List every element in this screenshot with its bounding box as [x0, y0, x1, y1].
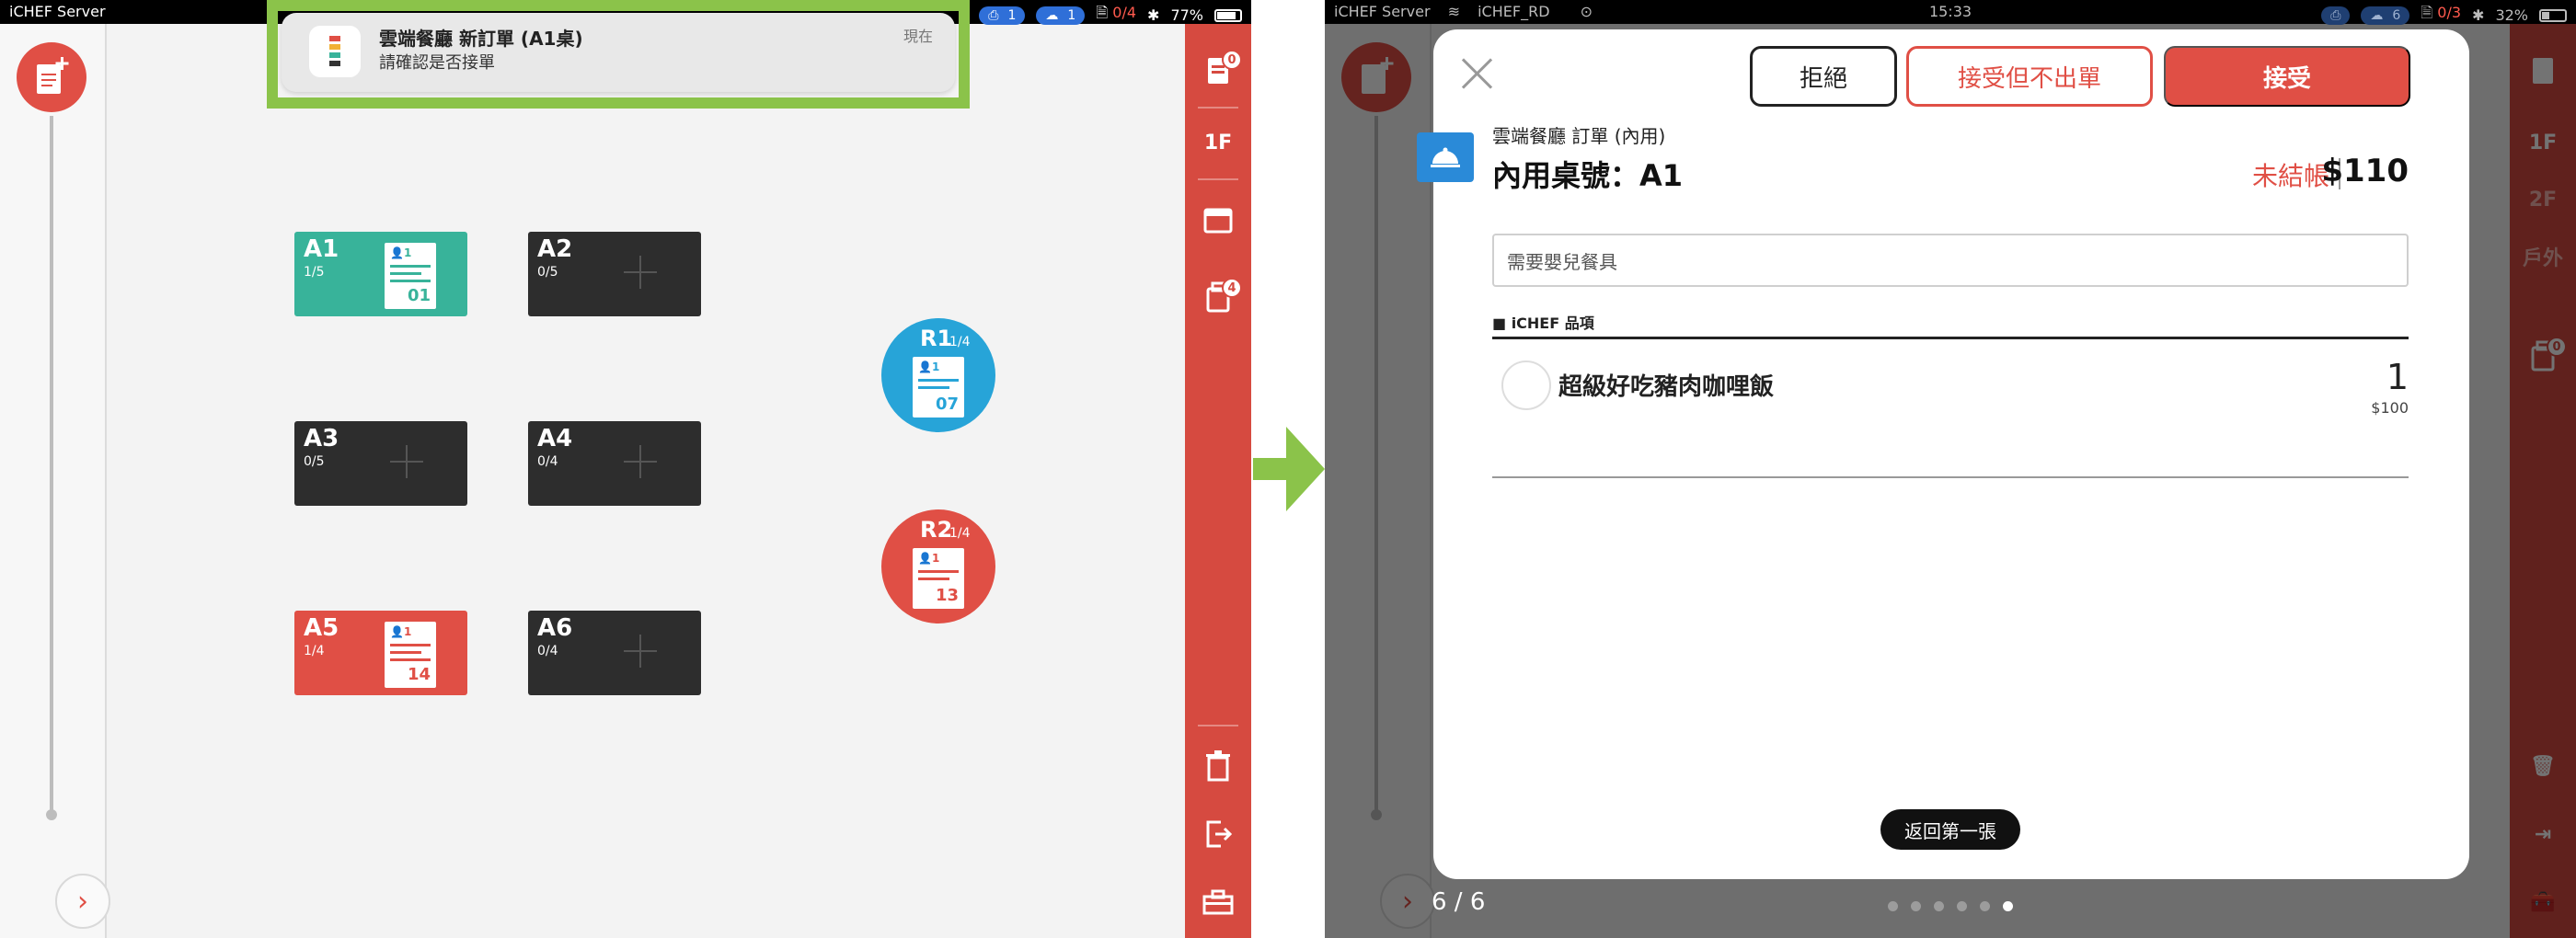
- divider: [1492, 337, 2409, 339]
- accept-button[interactable]: 接受: [2164, 46, 2410, 107]
- plus-icon: [390, 445, 423, 478]
- table-a4[interactable]: A4 0/4: [528, 421, 701, 506]
- cloche-icon: [1431, 147, 1460, 167]
- plus-icon: [624, 445, 657, 478]
- logout-button[interactable]: [1185, 802, 1251, 866]
- page-dot[interactable]: [2003, 901, 2013, 911]
- battery-percent: 32%: [2495, 6, 2528, 24]
- order-source: 雲端餐廳 訂單 (內用): [1492, 125, 1666, 147]
- table-r2[interactable]: R2 1/4 👤1 13: [881, 509, 995, 623]
- cloud-icon: ☁: [1045, 7, 1059, 23]
- payment-status: 未結帳: [2251, 161, 2329, 191]
- section-label: ■ iCHEF 品項: [1492, 315, 1594, 332]
- page-dot[interactable]: [1957, 901, 1967, 911]
- new-order-icon: [37, 57, 69, 94]
- order-ticket-icon: 👤1 13: [913, 548, 964, 609]
- close-icon[interactable]: [1459, 55, 1496, 92]
- item-name: 超級好吃豬肉咖哩飯: [1558, 373, 1775, 401]
- clock: 15:33: [1928, 3, 1972, 20]
- order-note-field[interactable]: [1492, 234, 2409, 287]
- back-to-first-button[interactable]: 返回第一張: [1880, 809, 2020, 850]
- page-dots: [1888, 901, 2013, 911]
- bluetooth-icon: ✱: [1147, 6, 1160, 24]
- transition-arrow-icon: [1253, 427, 1325, 511]
- order-ticket-icon: 👤1 01: [385, 243, 436, 309]
- page-dot[interactable]: [1934, 901, 1944, 911]
- order-total: $110: [2321, 153, 2409, 189]
- reject-button[interactable]: 拒絕: [1750, 46, 1897, 107]
- receipt-icon: 🗎: [1096, 4, 1109, 21]
- left-screenshot: iCHEF Server ⎙ 1 ☁ 1 🗎 0/4 ✱ 77% › A1 1/…: [0, 0, 1251, 938]
- printer-icon: ⎙: [2330, 7, 2341, 23]
- plus-icon: [624, 256, 657, 289]
- cloud-status-pill: ☁ 1: [1036, 6, 1086, 25]
- table-r1[interactable]: R1 1/4 👤1 07: [881, 318, 995, 432]
- printer-status-pill: ⎙: [2321, 6, 2351, 25]
- table-a2[interactable]: A2 0/5: [528, 232, 701, 316]
- right-sidebar: 0 1F 4: [1185, 24, 1251, 938]
- highlight-frame: [267, 0, 970, 109]
- new-order-button[interactable]: [17, 42, 86, 112]
- accept-without-print-button[interactable]: 接受但不出單: [1906, 46, 2153, 107]
- status-bar: iCHEF Server ≋ iCHEF_RD ⊙ 15:33 ⎙ ☁ 6 🗎 0…: [1325, 0, 2576, 25]
- plus-icon: [624, 635, 657, 668]
- toolbox-icon: [1202, 889, 1234, 915]
- carrier-label: iCHEF Server: [9, 3, 106, 20]
- trash-icon: [1206, 750, 1230, 782]
- battery-icon: [2539, 8, 2567, 22]
- printer-button[interactable]: 0: [1185, 37, 1251, 101]
- right-screenshot: › 1F 2F 戶外 0 🗑 ⇥ 🧰 iCHEF Server ≋ iCHEF_…: [1325, 0, 2576, 938]
- floor-1f-tab[interactable]: 1F: [1185, 110, 1251, 175]
- order-status: 🗎 0/3: [2421, 4, 2462, 21]
- order-table-title: 內用桌號：A1: [1492, 158, 1684, 193]
- page-dot[interactable]: [1911, 901, 1921, 911]
- table-a6[interactable]: A6 0/4: [528, 611, 701, 695]
- bluetooth-icon: ✱: [2472, 6, 2485, 24]
- cloud-status-pill: ☁ 6: [2361, 6, 2410, 25]
- order-confirmation-modal: 拒絕 接受但不出單 接受 雲端餐廳 訂單 (內用) 內用桌號：A1 未結帳 $1…: [1417, 29, 2469, 879]
- table-a5[interactable]: A5 1/4 👤1 14: [294, 611, 467, 695]
- item-price: $100: [2371, 399, 2409, 417]
- divider: [1492, 476, 2409, 478]
- item-quantity: 1: [2386, 357, 2409, 397]
- takeout-orders-button[interactable]: 4: [1185, 265, 1251, 329]
- trash-button[interactable]: [1185, 734, 1251, 798]
- table-a1[interactable]: A1 1/5 👤1 01: [294, 232, 467, 316]
- battery-icon: [1214, 8, 1242, 22]
- table-a3[interactable]: A3 0/5: [294, 421, 467, 506]
- dine-in-badge: [1417, 132, 1474, 182]
- page-dot[interactable]: [1980, 901, 1990, 911]
- order-status: 🗎 0/4: [1096, 4, 1137, 21]
- logout-icon: [1206, 820, 1232, 848]
- calendar-button[interactable]: [1185, 188, 1251, 252]
- page-counter: 6 / 6: [1432, 888, 1486, 916]
- cloud-icon: ☁: [2370, 7, 2384, 23]
- expand-button[interactable]: ›: [55, 874, 110, 929]
- toolbox-button[interactable]: [1185, 870, 1251, 934]
- order-ticket-icon: 👤1 14: [385, 622, 436, 688]
- printer-icon: ⎙: [988, 7, 999, 23]
- receipt-icon: 🗎: [2421, 4, 2433, 21]
- order-ticket-icon: 👤1 07: [913, 357, 964, 418]
- chevron-right-icon: ›: [77, 885, 88, 918]
- battery-percent: 77%: [1170, 6, 1203, 24]
- calendar-icon: [1203, 208, 1233, 234]
- printer-status-pill: ⎙ 1: [979, 6, 1026, 25]
- timeline-handle[interactable]: [46, 809, 57, 820]
- left-rail: ›: [0, 24, 110, 938]
- page-dot[interactable]: [1888, 901, 1898, 911]
- item-checkbox[interactable]: [1501, 360, 1551, 410]
- timeline-track[interactable]: [50, 116, 53, 815]
